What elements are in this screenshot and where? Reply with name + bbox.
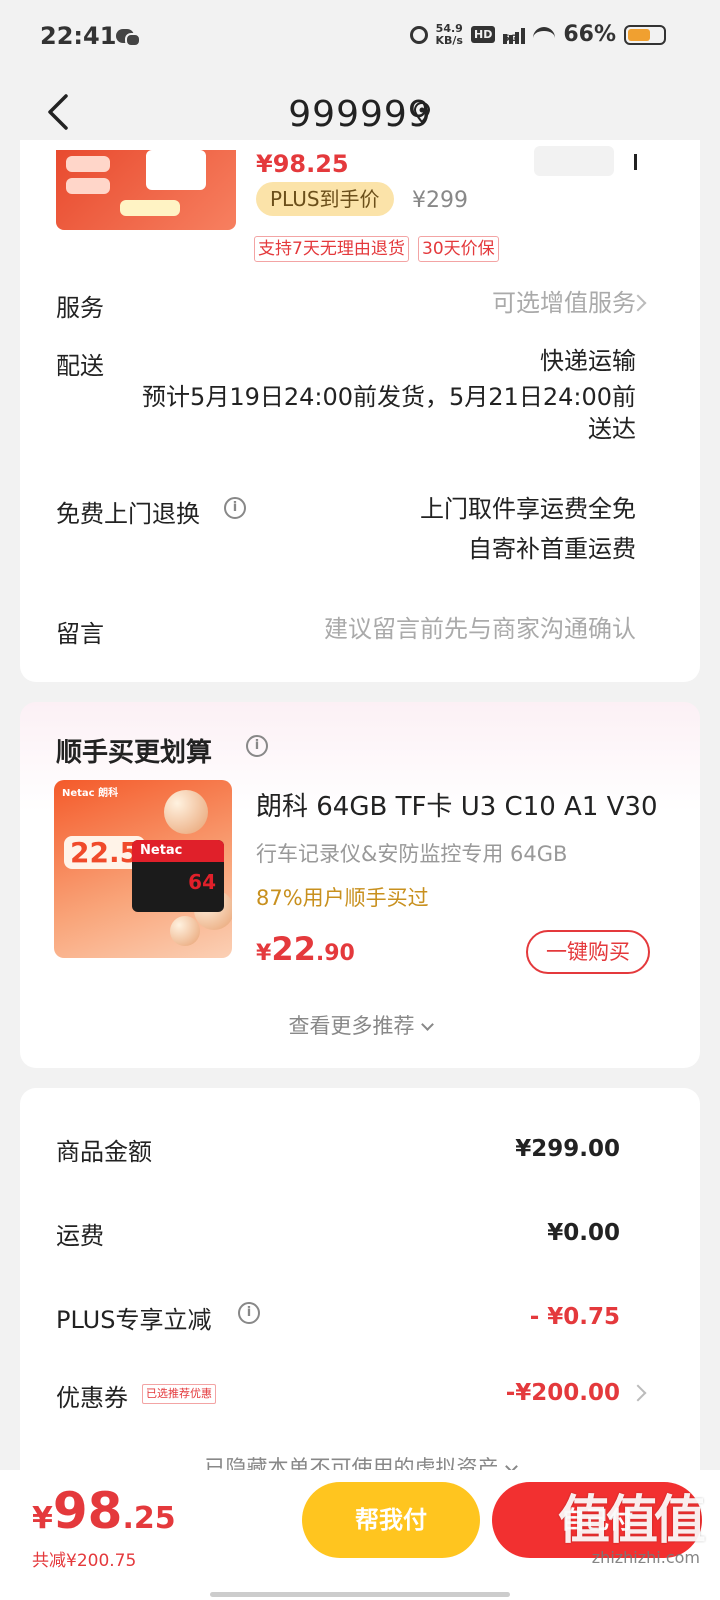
quantity-stepper[interactable] [534,146,614,176]
message-input[interactable]: 建议留言前先与商家沟通确认 [324,612,636,646]
plus-discount-label: PLUS专享立减 [56,1306,212,1334]
wifi-icon [533,26,556,43]
recommend-product-spec: 行车记录仪&安防监控专用 64GB [256,842,568,866]
recommend-title: 顺手买更划算 [56,738,213,768]
status-bar: 22:41 54.9 KB/s HD 5G 66% [0,0,720,72]
checkout-bar: ¥98.25 共减¥200.75 帮我付 自己付 值值值 zhizhizhi.c… [0,1470,720,1600]
original-price: ¥299 [412,188,468,213]
total-saved: 共减¥200.75 [32,1551,137,1571]
plus-price-badge: PLUS到手价 [256,182,394,216]
price-summary-card: 商品金额 ¥299.00 运费 ¥0.00 PLUS专享立减 i - ¥0.75… [20,1088,700,1508]
status-icons: 54.9 KB/s HD 5G 66% [409,21,666,47]
service-label: 服务 [56,294,104,322]
total-price: ¥98.25 [32,1482,176,1540]
return-self-send: 自寄补首重运费 [468,535,636,563]
return-label: 免费上门退换 [56,500,200,528]
chevron-down-icon [420,1018,434,1031]
shipping-value: ¥0.00 [547,1220,620,1246]
battery-fill [628,28,651,41]
recommend-percent: 87%用户顺手买过 [256,886,429,910]
goods-amount-label: 商品金额 [56,1138,152,1166]
network-speed: 54.9 KB/s [435,21,463,47]
signal-icon: 5G [503,26,526,44]
watermark: 值值值 zhizhizhi.com [548,1478,712,1588]
one-click-buy-button[interactable]: 一键购买 [526,930,650,974]
return-policy-tag: 支持7天无理由退货 [254,236,409,262]
coupon-chevron-icon[interactable] [629,1384,647,1402]
status-time: 22:41 [40,22,117,50]
coupon-recommend-tag: 已选推荐优惠 [142,1384,216,1404]
recommend-product-name[interactable]: 朗科 64GB TF卡 U3 C10 A1 V30 [256,786,658,823]
plus-discount-value: - ¥0.75 [529,1304,620,1330]
service-value[interactable]: 可选增值服务 [492,286,636,320]
delivery-estimate: 预计5月19日24:00前发货，5月21日24:00前 [142,383,636,411]
plus-info-icon[interactable]: i [238,1302,260,1324]
shipping-label: 运费 [56,1222,104,1250]
coupon-value[interactable]: -¥200.00 [506,1380,620,1406]
location-pin-icon[interactable] [414,102,430,124]
watermark-url: zhizhizhi.com [591,1548,700,1567]
home-indicator[interactable] [210,1592,510,1597]
delivery-label: 配送 [56,352,104,380]
product-image-shape [146,150,206,190]
coupon-label: 优惠券 [56,1384,128,1412]
return-pickup: 上门取件享运费全免 [420,495,636,523]
network-type: 5G [503,33,517,44]
hd-icon: HD [470,26,496,43]
price-protect-tag: 30天价保 [418,236,499,262]
help-pay-button[interactable]: 帮我付 [302,1482,480,1558]
image-brand-text: Netac 朗科 [62,788,119,799]
message-label: 留言 [56,620,104,648]
battery-icon [624,24,666,45]
order-card: ¥98.25 PLUS到手价 ¥299 支持7天无理由退货 30天价保 服务 可… [20,140,700,682]
sd-card-shape: Netac 64 [132,840,224,912]
wechat-icon [116,29,141,47]
stepper-plus-icon[interactable] [634,154,637,170]
alarm-icon [409,25,428,44]
page-title: 999999 [288,94,432,135]
product-thumbnail[interactable] [56,150,236,230]
battery-percent: 66% [563,22,616,47]
delivery-method: 快递运输 [540,347,636,375]
recommend-card: 顺手买更划算 i Netac 朗科 22.5 Netac 64 朗科 64GB … [20,702,700,1068]
watermark-logo: 值值值 [557,1491,706,1551]
more-recommend-link[interactable]: 查看更多推荐 [20,1010,700,1040]
recommend-info-icon[interactable]: i [246,735,268,757]
product-price: ¥98.25 [256,150,349,178]
info-icon[interactable]: i [224,497,246,519]
recommend-product-image[interactable]: Netac 朗科 22.5 Netac 64 [54,780,232,958]
delivery-estimate-cont: 送达 [588,415,636,443]
recommend-price: ¥22.90 [256,930,355,968]
goods-amount-value: ¥299.00 [515,1136,620,1162]
